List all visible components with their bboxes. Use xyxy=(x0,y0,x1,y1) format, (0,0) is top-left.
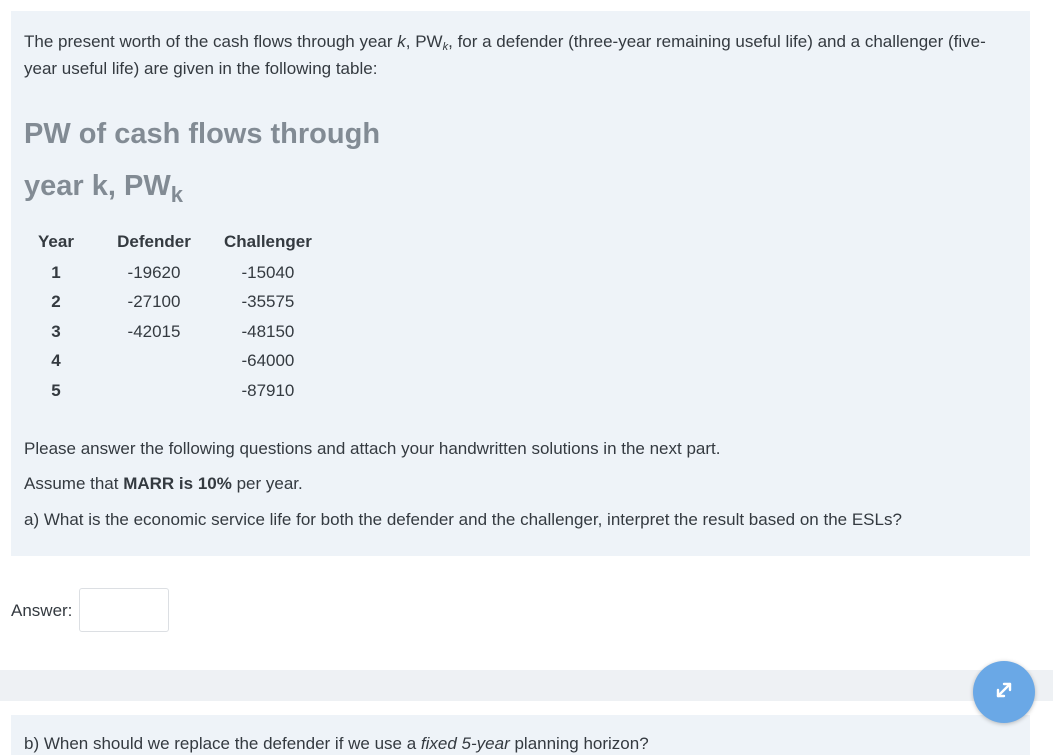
defender-cell xyxy=(84,376,224,406)
table-row: 5 -87910 xyxy=(28,376,312,406)
table-header-row: Year Defender Challenger xyxy=(28,229,312,258)
table-row: 3 -42015 -48150 xyxy=(28,317,312,347)
column-header-defender: Defender xyxy=(117,231,191,251)
question-b-text-panel: b) When should we replace the defender i… xyxy=(11,715,1030,755)
marr-value: MARR is 10% xyxy=(123,473,232,493)
challenger-cell: -64000 xyxy=(241,351,295,371)
question-a-prompt: a) What is the economic service life for… xyxy=(24,509,902,529)
column-header-year: Year xyxy=(38,231,74,251)
answer-input[interactable] xyxy=(79,588,169,632)
year-cell: 3 xyxy=(51,321,61,341)
table-heading-line1: PW of cash flows through xyxy=(24,118,381,150)
challenger-cell: -15040 xyxy=(241,262,295,282)
pw-table: Year Defender Challenger 1 -19620 -15040… xyxy=(28,229,312,406)
table-row: 2 -27100 -35575 xyxy=(28,288,312,318)
table-row: 4 -64000 xyxy=(28,347,312,377)
year-cell: 2 xyxy=(51,292,61,312)
challenger-cell: -48150 xyxy=(241,321,295,341)
question-a-text-panel: The present worth of the cash flows thro… xyxy=(11,11,1030,556)
year-cell: 4 xyxy=(51,351,61,371)
column-header-challenger: Challenger xyxy=(224,231,312,251)
instructions-text: Please answer the following questions an… xyxy=(24,438,721,458)
expand-arrows-icon xyxy=(993,679,1015,706)
challenger-cell: -35575 xyxy=(241,292,295,312)
assumption-text: Assume that MARR is 10% per year. xyxy=(24,473,303,493)
expand-button[interactable] xyxy=(973,661,1035,723)
defender-cell: -27100 xyxy=(127,292,181,312)
answer-label: Answer: xyxy=(11,601,73,620)
defender-cell: -19620 xyxy=(127,262,181,282)
table-heading: PW of cash flows through year k, PWk xyxy=(24,108,1017,212)
question-separator xyxy=(0,670,1053,701)
table-row: 1 -19620 -15040 xyxy=(28,258,312,288)
challenger-cell: -87910 xyxy=(241,380,295,400)
defender-cell xyxy=(84,347,224,377)
year-cell: 1 xyxy=(51,262,61,282)
year-cell: 5 xyxy=(51,380,61,400)
table-heading-line2: year k, PWk xyxy=(24,170,183,207)
question-b-prompt: b) When should we replace the defender i… xyxy=(24,734,649,753)
question-intro: The present worth of the cash flows thro… xyxy=(24,32,986,78)
defender-cell: -42015 xyxy=(127,321,181,341)
